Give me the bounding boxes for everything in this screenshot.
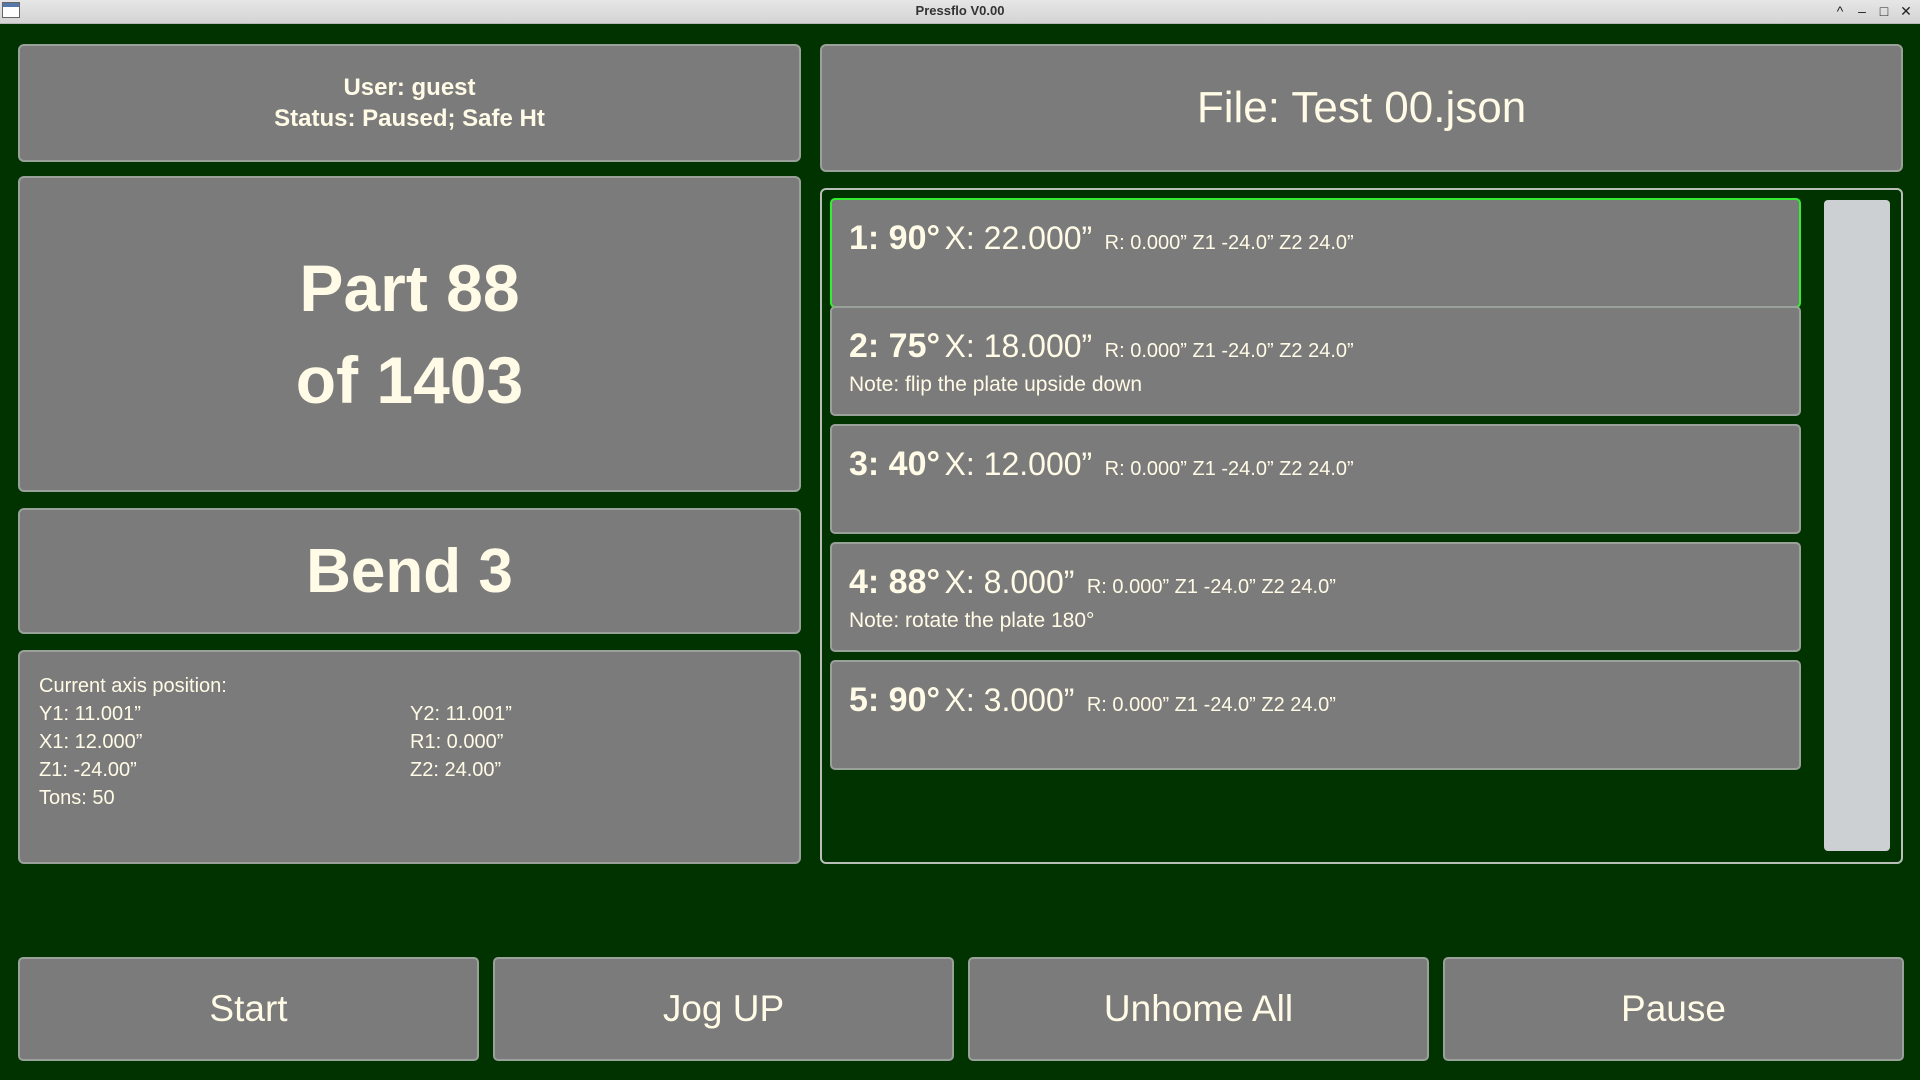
bend-row-3[interactable]: 3: 40° X: 12.000” R: 0.000” Z1 -24.0” Z2… (830, 424, 1801, 534)
axis-z1: Z1: -24.00” (39, 759, 137, 781)
axis-y2: Y2: 11.001” (410, 703, 512, 725)
file-panel: File: Test 00.json (820, 44, 1903, 172)
bend-angle: 1: 90° (849, 219, 941, 257)
minimize-window-icon[interactable]: – (1851, 0, 1873, 22)
axis-y1: Y1: 11.001” (39, 703, 141, 725)
bend-row-1[interactable]: 1: 90° X: 22.000” R: 0.000” Z1 -24.0” Z2… (830, 198, 1801, 308)
part-number-label: Part 88 (299, 251, 520, 325)
bend-x: X: 18.000” (944, 328, 1093, 364)
current-bend-panel: Bend 3 (18, 508, 801, 634)
axis-x1: X1: 12.000” (39, 731, 143, 753)
bend-params: R: 0.000” Z1 -24.0” Z2 24.0” (1086, 694, 1336, 716)
bend-note: Note: flip the plate upside down (849, 373, 1143, 396)
title-bar: Pressflo V0.00 ^ – □ ✕ (0, 0, 1920, 24)
axis-position-panel: Current axis position: Y1: 11.001” Y2: 1… (18, 650, 801, 864)
current-bend-label: Bend 3 (306, 536, 513, 606)
bend-row-2[interactable]: 2: 75° X: 18.000” R: 0.000” Z1 -24.0” Z2… (830, 306, 1801, 416)
pause-button[interactable]: Pause (1443, 957, 1904, 1061)
bend-list-scrollbar[interactable] (1824, 200, 1890, 851)
bend-params: R: 0.000” Z1 -24.0” Z2 24.0” (1086, 576, 1336, 598)
bend-note: Note: rotate the plate 180° (849, 609, 1095, 632)
unhome-all-button[interactable]: Unhome All (968, 957, 1429, 1061)
bend-angle: 2: 75° (849, 327, 941, 365)
axis-tons: Tons: 50 (39, 787, 115, 809)
bend-x: X: 3.000” (944, 682, 1075, 718)
bend-params: R: 0.000” Z1 -24.0” Z2 24.0” (1104, 232, 1354, 254)
file-name-label: File: Test 00.json (1196, 83, 1527, 132)
start-button[interactable]: Start (18, 957, 479, 1061)
machine-status-label: Status: Paused; Safe Ht (274, 105, 545, 132)
bend-row-5[interactable]: 5: 90° X: 3.000” R: 0.000” Z1 -24.0” Z2 … (830, 660, 1801, 770)
part-total-label: of 1403 (295, 343, 524, 417)
bend-params: R: 0.000” Z1 -24.0” Z2 24.0” (1104, 340, 1354, 362)
part-counter-panel: Part 88 of 1403 (18, 176, 801, 492)
bend-x: X: 8.000” (944, 564, 1075, 600)
bend-list: 1: 90° X: 22.000” R: 0.000” Z1 -24.0” Z2… (820, 188, 1903, 864)
maximize-window-icon[interactable]: □ (1873, 0, 1895, 22)
bend-angle: 4: 88° (849, 563, 941, 601)
bend-x: X: 22.000” (944, 220, 1093, 256)
bend-angle: 5: 90° (849, 681, 941, 719)
axis-z2: Z2: 24.00” (410, 759, 502, 781)
bend-params: R: 0.000” Z1 -24.0” Z2 24.0” (1104, 458, 1354, 480)
bend-angle: 3: 40° (849, 445, 941, 483)
axis-heading: Current axis position: (39, 675, 227, 697)
status-panel: User: guest Status: Paused; Safe Ht (18, 44, 801, 162)
close-window-icon[interactable]: ✕ (1895, 0, 1917, 22)
bend-row-4[interactable]: 4: 88° X: 8.000” R: 0.000” Z1 -24.0” Z2 … (830, 542, 1801, 652)
window-title: Pressflo V0.00 (915, 3, 1005, 18)
user-label: User: guest (343, 74, 476, 101)
shade-window-icon[interactable]: ^ (1829, 0, 1851, 22)
axis-r1: R1: 0.000” (410, 731, 504, 753)
bend-x: X: 12.000” (944, 446, 1093, 482)
jog-up-button[interactable]: Jog UP (493, 957, 954, 1061)
